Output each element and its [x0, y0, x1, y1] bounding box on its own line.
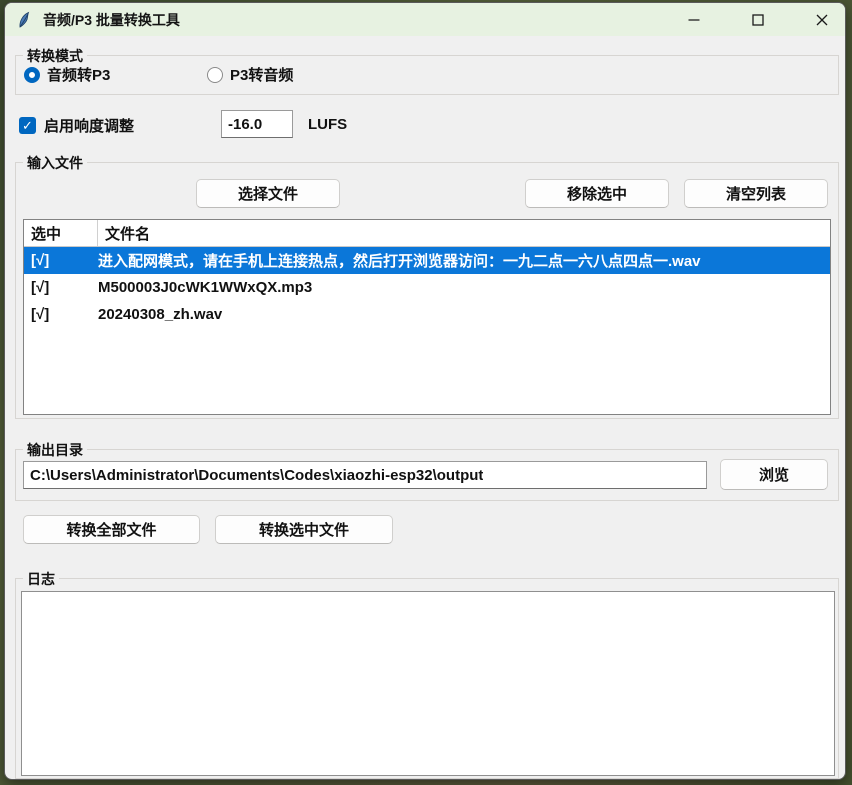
column-header-selected[interactable]: 选中	[24, 220, 98, 246]
browse-button-label: 浏览	[759, 464, 789, 485]
output-path-value: C:\Users\Administrator\Documents\Codes\x…	[30, 467, 483, 484]
radio-on-icon	[24, 67, 40, 83]
convert-selected-button-label: 转换选中文件	[259, 519, 349, 540]
convert-all-button-label: 转换全部文件	[66, 519, 156, 540]
window-title: 音频/P3 批量转换工具	[43, 10, 180, 30]
radio-off-icon	[207, 67, 223, 83]
minimize-icon	[688, 14, 700, 26]
app-window: 音频/P3 批量转换工具 转换模式 音频转P3 P3转音频 ✓ 启用响度调整	[4, 2, 846, 780]
log-group-label: 日志	[23, 569, 59, 589]
minimize-button[interactable]	[671, 3, 717, 36]
select-files-button-label: 选择文件	[238, 183, 298, 204]
convert-all-button[interactable]: 转换全部文件	[23, 515, 200, 544]
table-row[interactable]: [√] 20240308_zh.wav	[24, 301, 830, 328]
radio-p3-to-audio[interactable]: P3转音频	[207, 64, 293, 85]
remove-selected-button[interactable]: 移除选中	[525, 179, 669, 208]
row-filename-cell: M500003J0cWK1WWxQX.mp3	[98, 279, 830, 296]
table-row[interactable]: [√] M500003J0cWK1WWxQX.mp3	[24, 274, 830, 301]
radio-audio-to-p3-label: 音频转P3	[47, 64, 110, 85]
convert-selected-button[interactable]: 转换选中文件	[215, 515, 393, 544]
radio-audio-to-p3[interactable]: 音频转P3	[24, 64, 110, 85]
loudness-row: ✓ 启用响度调整	[19, 115, 134, 136]
remove-selected-button-label: 移除选中	[567, 183, 627, 204]
row-checked-cell: [√]	[24, 306, 98, 323]
lufs-unit-label: LUFS	[308, 116, 347, 133]
mode-group-label: 转换模式	[23, 46, 87, 66]
browse-button[interactable]: 浏览	[720, 459, 828, 490]
input-files-group-label: 输入文件	[23, 153, 87, 173]
output-path-input[interactable]: C:\Users\Administrator\Documents\Codes\x…	[23, 461, 707, 489]
maximize-icon	[752, 14, 764, 26]
lufs-input[interactable]: -16.0	[221, 110, 293, 138]
row-filename-cell: 20240308_zh.wav	[98, 306, 830, 323]
maximize-button[interactable]	[735, 3, 781, 36]
row-filename-cell: 进入配网模式，请在手机上连接热点，然后打开浏览器访问：一九二点一六八点四点一.w…	[98, 250, 830, 271]
title-bar: 音频/P3 批量转换工具	[5, 3, 845, 36]
column-header-filename[interactable]: 文件名	[98, 220, 830, 246]
file-list-header: 选中 文件名	[24, 220, 830, 247]
python-feather-icon	[16, 11, 34, 29]
loudness-checkbox-label: 启用响度调整	[44, 115, 134, 136]
clear-list-button[interactable]: 清空列表	[684, 179, 828, 208]
clear-list-button-label: 清空列表	[726, 183, 786, 204]
row-checked-cell: [√]	[24, 279, 98, 296]
loudness-checkbox[interactable]: ✓	[19, 117, 36, 134]
log-textarea[interactable]	[21, 591, 835, 776]
close-icon	[816, 14, 828, 26]
close-button[interactable]	[799, 3, 845, 36]
select-files-button[interactable]: 选择文件	[196, 179, 340, 208]
mode-group: 转换模式 音频转P3 P3转音频	[15, 55, 839, 95]
table-row[interactable]: [√] 进入配网模式，请在手机上连接热点，然后打开浏览器访问：一九二点一六八点四…	[24, 247, 830, 274]
output-dir-group-label: 输出目录	[23, 440, 87, 460]
file-list-table: 选中 文件名 [√] 进入配网模式，请在手机上连接热点，然后打开浏览器访问：一九…	[23, 219, 831, 415]
radio-p3-to-audio-label: P3转音频	[230, 64, 293, 85]
lufs-value: -16.0	[228, 116, 262, 133]
row-checked-cell: [√]	[24, 252, 98, 269]
